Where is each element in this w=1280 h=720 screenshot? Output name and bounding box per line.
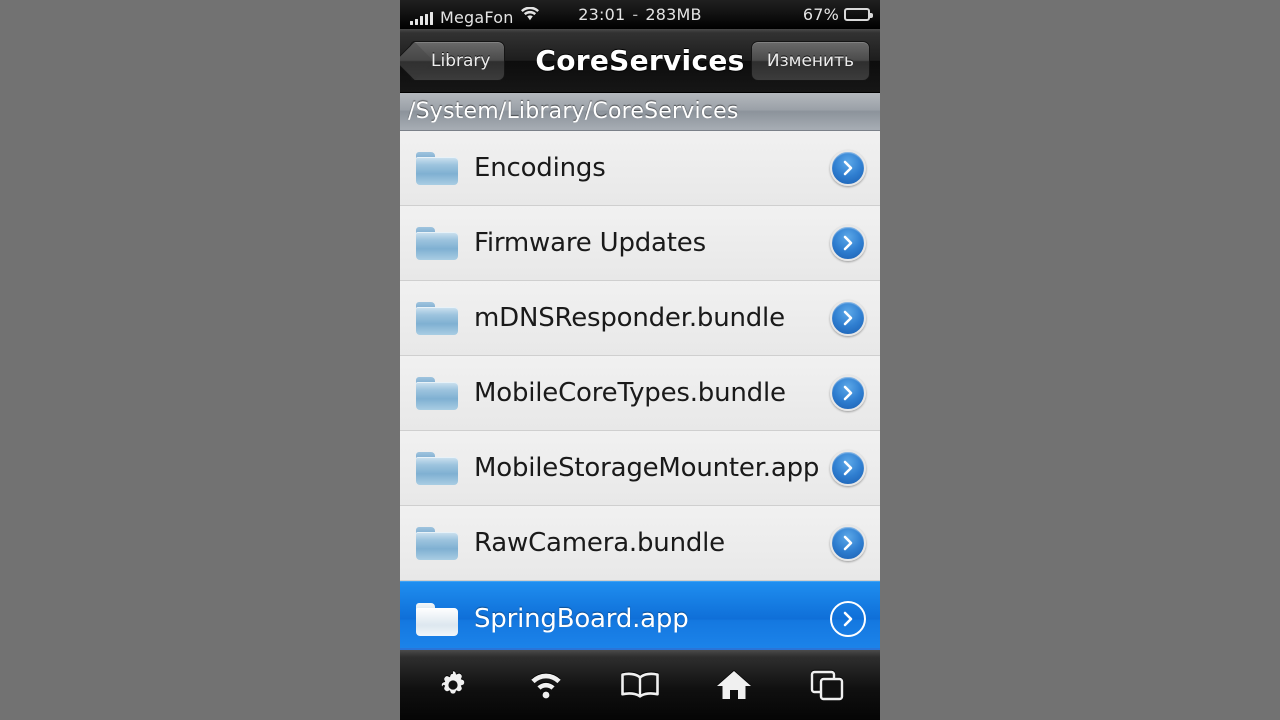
toolbar-button-settings[interactable] — [418, 657, 488, 713]
disclosure-chevron-icon[interactable] — [830, 601, 866, 637]
status-bar-left: MegaFon — [410, 5, 539, 25]
disclosure-chevron-icon[interactable] — [830, 225, 866, 261]
folder-icon — [416, 151, 458, 185]
windows-copy-icon — [810, 669, 844, 701]
book-icon — [620, 671, 660, 699]
toolbar-button-windows[interactable] — [792, 657, 862, 713]
folder-icon — [416, 526, 458, 560]
current-path-label: /System/Library/CoreServices — [408, 99, 739, 124]
list-item-label: MobileCoreTypes.bundle — [474, 378, 786, 408]
list-item-label: mDNSResponder.bundle — [474, 303, 785, 333]
wifi-icon — [527, 670, 565, 700]
battery-icon — [844, 8, 873, 21]
battery-percent-label: 67% — [802, 5, 839, 24]
bottom-toolbar — [400, 648, 880, 720]
status-bar-right: 67% — [802, 5, 873, 24]
disclosure-chevron-icon[interactable] — [830, 450, 866, 486]
screenshot-stage: MegaFon 23:01 - 283MB 67% Library CoreSe… — [0, 0, 1280, 720]
gear-icon — [436, 668, 470, 702]
disclosure-chevron-icon[interactable] — [830, 300, 866, 336]
back-button-library[interactable]: Library — [410, 40, 506, 81]
back-button-label: Library — [431, 50, 491, 71]
list-item-label: Encodings — [474, 153, 606, 183]
list-item-label: RawCamera.bundle — [474, 528, 725, 558]
disclosure-chevron-icon[interactable] — [830, 150, 866, 186]
folder-icon — [416, 301, 458, 335]
folder-icon — [416, 376, 458, 410]
list-item-label: SpringBoard.app — [474, 604, 689, 634]
navigation-bar: Library CoreServices Изменить — [400, 29, 880, 93]
free-memory-label: 283MB — [645, 5, 702, 24]
carrier-label: MegaFon — [440, 7, 514, 27]
home-icon — [716, 669, 752, 701]
toolbar-button-book[interactable] — [605, 657, 675, 713]
disclosure-chevron-icon[interactable] — [830, 375, 866, 411]
disclosure-chevron-icon[interactable] — [830, 525, 866, 561]
edit-button-label: Изменить — [766, 50, 854, 71]
signal-bars-icon — [410, 11, 433, 25]
folder-icon — [416, 226, 458, 260]
toolbar-button-home[interactable] — [699, 657, 769, 713]
clock-label: 23:01 — [578, 5, 626, 24]
list-item[interactable]: mDNSResponder.bundle — [400, 281, 880, 356]
list-item[interactable]: Firmware Updates — [400, 206, 880, 281]
breadcrumb-path-bar: /System/Library/CoreServices — [400, 93, 880, 131]
list-item-selected[interactable]: SpringBoard.app — [400, 581, 880, 648]
list-item[interactable]: RawCamera.bundle — [400, 506, 880, 581]
list-item-label: Firmware Updates — [474, 228, 706, 258]
list-item[interactable]: MobileStorageMounter.app — [400, 431, 880, 506]
list-item[interactable]: MobileCoreTypes.bundle — [400, 356, 880, 431]
list-item-label: MobileStorageMounter.app — [474, 453, 820, 483]
folder-icon — [416, 451, 458, 485]
file-list[interactable]: Encodings Firmware Updates mDNSResponder… — [400, 131, 880, 648]
status-separator: - — [632, 5, 639, 24]
status-bar: MegaFon 23:01 - 283MB 67% — [400, 0, 880, 29]
edit-button[interactable]: Изменить — [750, 40, 870, 81]
list-item[interactable]: Encodings — [400, 131, 880, 206]
toolbar-button-wifi[interactable] — [511, 657, 581, 713]
wifi-icon — [520, 6, 539, 26]
phone-screen: MegaFon 23:01 - 283MB 67% Library CoreSe… — [400, 0, 880, 720]
folder-icon — [416, 602, 458, 636]
